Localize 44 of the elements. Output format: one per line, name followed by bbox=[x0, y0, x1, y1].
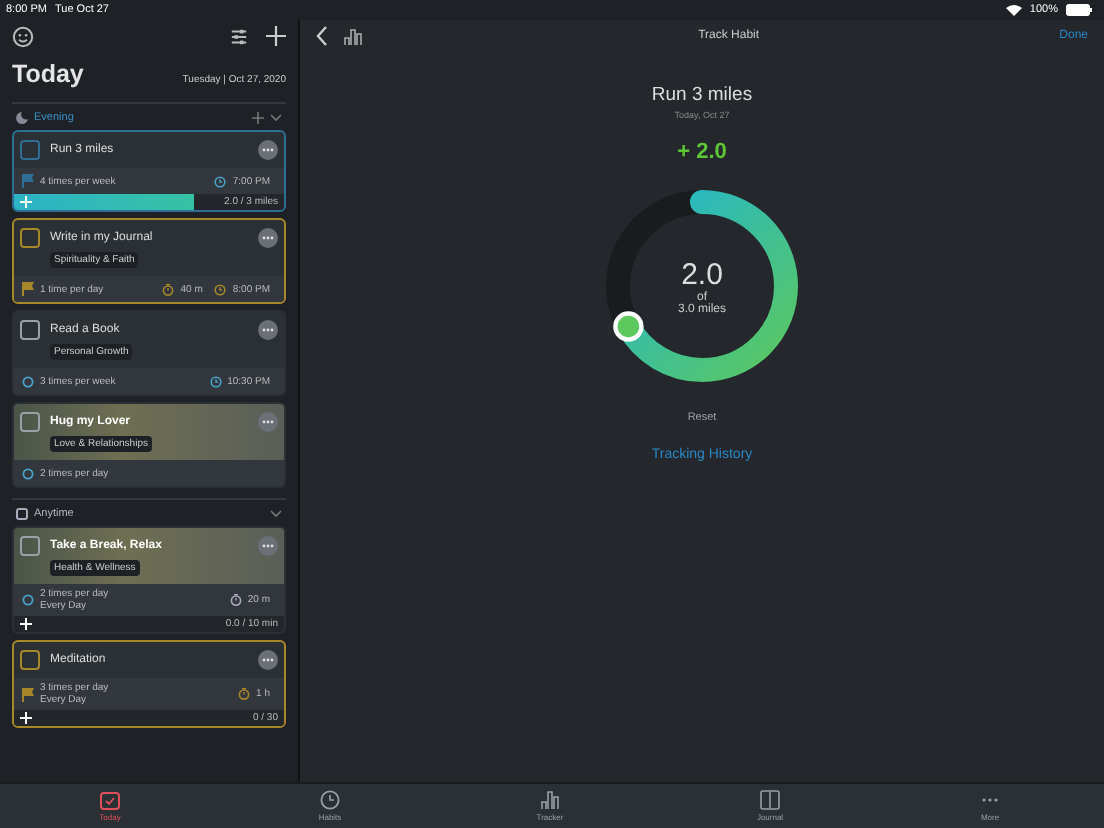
repeat-icon bbox=[22, 467, 34, 479]
clock-icon bbox=[214, 175, 227, 187]
habit-title: Run 3 miles bbox=[651, 84, 753, 106]
clock-icon bbox=[320, 790, 340, 810]
more-icon[interactable] bbox=[258, 412, 278, 432]
clock-icon bbox=[209, 375, 222, 387]
checkbox[interactable] bbox=[20, 536, 40, 556]
checkbox[interactable] bbox=[20, 228, 40, 248]
ring-handle[interactable] bbox=[613, 311, 644, 342]
wifi-icon bbox=[1005, 4, 1022, 16]
timer-icon bbox=[162, 283, 175, 295]
more-icon[interactable] bbox=[258, 650, 278, 670]
checkbox[interactable] bbox=[20, 412, 40, 432]
timer-icon bbox=[229, 594, 242, 606]
bar-chart-icon bbox=[540, 790, 560, 810]
chevron-down-icon[interactable] bbox=[270, 509, 282, 517]
filter-icon[interactable] bbox=[230, 27, 248, 45]
bar-chart-icon[interactable] bbox=[344, 27, 362, 45]
clock-icon bbox=[214, 283, 227, 295]
flag-icon bbox=[22, 174, 34, 188]
checkbox[interactable] bbox=[20, 140, 40, 160]
page-title: Today bbox=[12, 60, 84, 88]
flag-icon bbox=[22, 687, 34, 701]
more-icon[interactable] bbox=[258, 320, 278, 340]
back-icon[interactable] bbox=[316, 26, 328, 46]
checkbox[interactable] bbox=[20, 320, 40, 340]
current-value: 2.0 bbox=[681, 257, 723, 291]
repeat-icon bbox=[22, 375, 34, 387]
smiley-icon[interactable] bbox=[12, 25, 34, 47]
battery-icon bbox=[1066, 4, 1092, 16]
flag-icon bbox=[22, 282, 34, 296]
timer-icon bbox=[238, 688, 251, 700]
more-icon[interactable] bbox=[258, 140, 278, 160]
book-icon bbox=[760, 790, 780, 810]
more-icon[interactable] bbox=[258, 228, 278, 248]
checkbox[interactable] bbox=[20, 650, 40, 670]
moon-icon bbox=[16, 111, 28, 123]
increment-value: + 2.0 bbox=[677, 140, 727, 164]
plus-icon[interactable] bbox=[266, 26, 286, 46]
repeat-icon bbox=[22, 594, 34, 606]
calendar-check-icon bbox=[100, 790, 120, 810]
chevron-down-icon[interactable] bbox=[270, 113, 282, 121]
more-icon[interactable] bbox=[258, 536, 278, 556]
square-icon bbox=[16, 507, 28, 519]
